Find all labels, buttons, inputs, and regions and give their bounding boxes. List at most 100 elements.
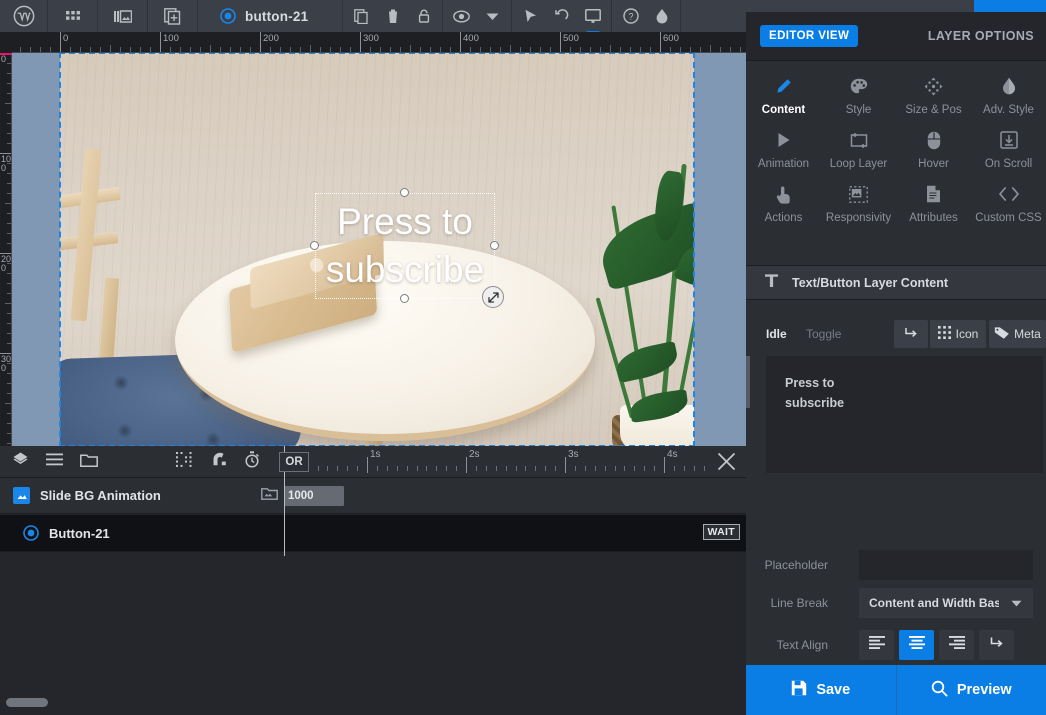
timeline-tick: [684, 466, 685, 471]
handle-middle-left[interactable]: [310, 241, 319, 250]
timeline-tick: [446, 466, 447, 471]
visibility-icon[interactable]: [446, 0, 477, 32]
timeline-ruler[interactable]: 1s 2s 3s 4s: [284, 446, 708, 478]
ruler-tick: [7, 283, 11, 284]
align-right-button[interactable]: [939, 630, 974, 660]
ruler-tick: [5, 203, 11, 204]
content-panel-body: Idle Toggle Icon Meta Press to subscribe…: [746, 300, 1046, 660]
contrast-icon: [1002, 75, 1016, 97]
ruler-tick: [200, 47, 201, 52]
tab-custom-css[interactable]: Custom CSS: [971, 183, 1046, 237]
ruler-tick: [530, 47, 531, 52]
undo-icon[interactable]: [546, 0, 577, 32]
tab-adv-style[interactable]: Adv. Style: [971, 75, 1046, 129]
ruler-tick: [7, 273, 11, 274]
ruler-tick: [170, 47, 171, 52]
record-icon: [23, 525, 39, 541]
ruler-tick: [210, 45, 211, 52]
handle-bottom-center[interactable]: [400, 294, 409, 303]
layer-selection-box: [315, 193, 495, 299]
stopwatch-icon[interactable]: [244, 451, 260, 473]
tab-attributes[interactable]: Attributes: [896, 183, 971, 237]
slides-button[interactable]: [98, 0, 148, 32]
ruler-tick: [660, 32, 661, 52]
cursor-icon[interactable]: [515, 0, 546, 32]
ruler-tick: [730, 47, 731, 52]
wordpress-logo[interactable]: [0, 0, 48, 32]
preview-button[interactable]: Preview: [895, 665, 1046, 715]
tab-style[interactable]: Style: [821, 75, 896, 129]
horizontal-scrollbar[interactable]: [6, 698, 48, 707]
save-button[interactable]: Save: [746, 665, 896, 715]
status-badge: WAIT: [702, 524, 740, 540]
ruler-tick: [500, 47, 501, 52]
vertical-ruler[interactable]: 0 100 200 300: [0, 53, 12, 446]
table-row[interactable]: Slide BG Animation 1000: [0, 478, 746, 514]
slide-canvas[interactable]: Press to subscribe: [12, 53, 746, 446]
tab-label: On Scroll: [984, 158, 1033, 170]
icon-button[interactable]: Icon: [930, 320, 986, 348]
meta-button[interactable]: Meta: [989, 320, 1046, 348]
list-icon[interactable]: [46, 453, 63, 471]
content-textarea[interactable]: Press to subscribe: [766, 356, 1043, 473]
layer-tools-group-3: [512, 0, 613, 38]
close-icon[interactable]: [717, 452, 736, 476]
ruler-label: 0: [1, 54, 7, 64]
layers-icon[interactable]: [12, 451, 29, 473]
tab-hover[interactable]: Hover: [896, 129, 971, 183]
tab-content[interactable]: Content: [746, 75, 821, 129]
tab-actions[interactable]: Actions: [746, 183, 821, 237]
tab-responsivity[interactable]: Responsivity: [821, 183, 896, 237]
align-left-button[interactable]: [859, 630, 894, 660]
ruler-label: 500: [563, 33, 579, 44]
layer-options-panel: EDITOR VIEW LAYER OPTIONS Content Style …: [746, 0, 1046, 715]
trash-icon[interactable]: [377, 0, 408, 32]
align-return-button[interactable]: [979, 630, 1014, 660]
ruler-tick: [330, 47, 331, 52]
table-row[interactable]: Button-21 WAIT: [0, 515, 746, 551]
horizontal-ruler[interactable]: 0 100 200 300 400 500 600: [12, 32, 746, 53]
current-layer-indicator[interactable]: button-21: [198, 0, 308, 32]
resize-diagonal-icon[interactable]: [482, 286, 504, 308]
copy-icon[interactable]: [346, 0, 377, 32]
grid-view-button[interactable]: [48, 0, 98, 32]
tab-on-scroll[interactable]: On Scroll: [971, 129, 1046, 183]
grid-snap-icon[interactable]: [176, 452, 193, 472]
tab-label: Animation: [757, 158, 810, 170]
magnet-icon[interactable]: [211, 452, 226, 472]
add-slide-button[interactable]: [148, 0, 198, 32]
folder-icon[interactable]: [261, 487, 278, 506]
timeline-clip-1[interactable]: 1000: [284, 486, 344, 506]
layer-tools-group-1: [342, 0, 444, 32]
line-break-select[interactable]: Content and Width Based: [859, 588, 1033, 618]
state-tab-toggle[interactable]: Toggle: [806, 327, 841, 341]
handle-middle-right[interactable]: [490, 241, 499, 250]
align-center-button[interactable]: [899, 630, 934, 660]
tab-size-and-pos[interactable]: Size & Pos: [896, 75, 971, 129]
state-tab-idle[interactable]: Idle: [766, 327, 787, 341]
tab-loop-layer[interactable]: Loop Layer: [821, 129, 896, 183]
ruler-tick: [710, 45, 711, 52]
lock-icon[interactable]: [408, 0, 439, 32]
chevron-down-icon[interactable]: [477, 0, 508, 32]
ruler-tick: [450, 47, 451, 52]
timeline-left-icons: [12, 446, 98, 478]
timeline-tick: [426, 466, 427, 471]
folder-icon[interactable]: [80, 453, 98, 472]
panel-scrollbar[interactable]: [746, 356, 750, 408]
ruler-tick: [580, 47, 581, 52]
editor-view-button[interactable]: EDITOR VIEW: [760, 25, 859, 47]
monitor-icon[interactable]: [577, 0, 608, 38]
ruler-tick: [350, 47, 351, 52]
placeholder-input[interactable]: [859, 550, 1033, 580]
handle-top-center[interactable]: [400, 188, 409, 197]
tab-label: Custom CSS: [975, 212, 1042, 224]
help-icon[interactable]: ?: [615, 0, 646, 32]
ruler-tick: [480, 47, 481, 52]
line-return-button[interactable]: [894, 320, 928, 348]
ruler-tick: [7, 413, 11, 414]
play-icon: [777, 129, 791, 151]
tab-animation[interactable]: Animation: [746, 129, 821, 183]
contrast-icon[interactable]: [646, 0, 677, 32]
timeline-playhead-label[interactable]: OR: [279, 452, 309, 472]
